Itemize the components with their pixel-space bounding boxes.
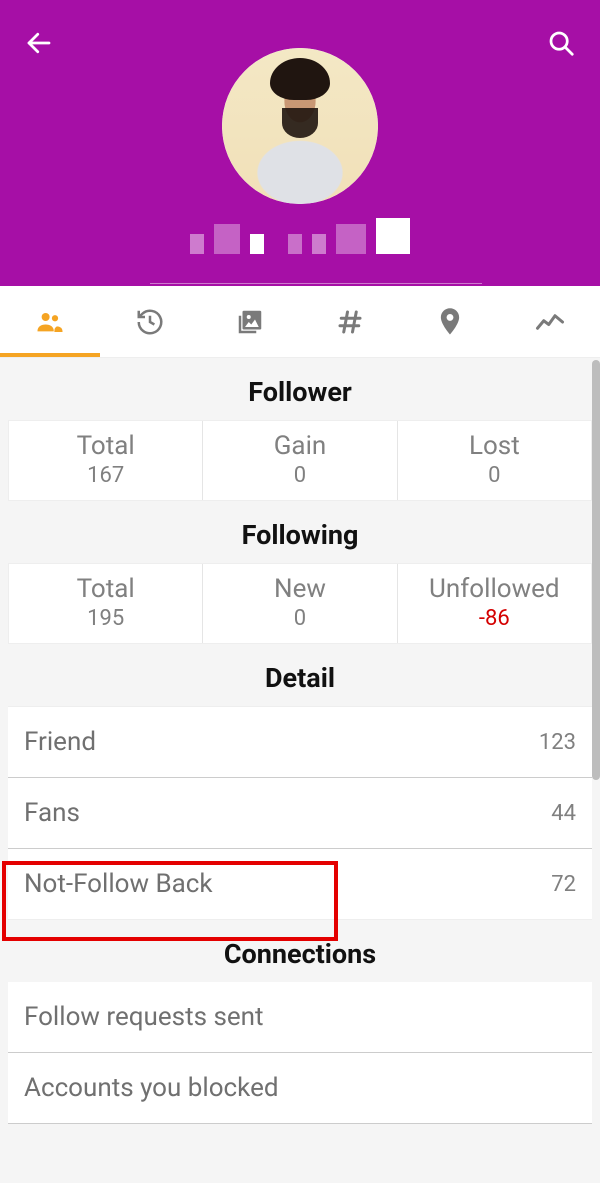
detail-list: Friend 123 Fans 44 Not-Follow Back 72 bbox=[8, 706, 592, 920]
hashtag-icon bbox=[335, 307, 365, 337]
connections-list: Follow requests sent Accounts you blocke… bbox=[8, 982, 592, 1124]
tab-bar bbox=[0, 286, 600, 358]
username-underline bbox=[150, 283, 482, 284]
avatar[interactable] bbox=[222, 48, 378, 204]
detail-not-follow-back[interactable]: Not-Follow Back 72 bbox=[8, 849, 592, 920]
stat-value: 0 bbox=[203, 606, 396, 631]
location-icon bbox=[436, 306, 464, 338]
stat-label: New bbox=[203, 574, 396, 604]
detail-value: 44 bbox=[551, 801, 576, 826]
conn-blocked[interactable]: Accounts you blocked bbox=[8, 1053, 592, 1124]
connections-title: Connections bbox=[0, 920, 600, 982]
following-new[interactable]: New 0 bbox=[203, 564, 397, 643]
tab-analytics[interactable] bbox=[500, 286, 600, 357]
follower-title: Follower bbox=[0, 358, 600, 420]
scrollbar-thumb[interactable] bbox=[592, 360, 600, 780]
back-button[interactable] bbox=[24, 28, 54, 62]
detail-label: Fans bbox=[24, 798, 80, 828]
detail-fans[interactable]: Fans 44 bbox=[8, 778, 592, 849]
photos-icon bbox=[235, 307, 265, 337]
follower-total[interactable]: Total 167 bbox=[9, 421, 203, 500]
follower-gain[interactable]: Gain 0 bbox=[203, 421, 397, 500]
following-unfollowed[interactable]: Unfollowed -86 bbox=[398, 564, 591, 643]
detail-title: Detail bbox=[0, 644, 600, 706]
history-icon bbox=[135, 307, 165, 337]
stat-value: 0 bbox=[203, 463, 396, 488]
tab-hashtag[interactable] bbox=[300, 286, 400, 357]
conn-label: Accounts you blocked bbox=[24, 1073, 279, 1103]
profile-header bbox=[0, 0, 600, 286]
tab-history[interactable] bbox=[100, 286, 200, 357]
people-icon bbox=[35, 307, 65, 337]
tab-photos[interactable] bbox=[200, 286, 300, 357]
following-stats: Total 195 New 0 Unfollowed -86 bbox=[8, 563, 592, 644]
username-pixelated bbox=[190, 218, 410, 254]
following-title: Following bbox=[0, 501, 600, 563]
stat-value: 195 bbox=[9, 606, 202, 631]
detail-value: 72 bbox=[551, 872, 576, 897]
stat-label: Unfollowed bbox=[398, 574, 591, 604]
follower-stats: Total 167 Gain 0 Lost 0 bbox=[8, 420, 592, 501]
detail-label: Not-Follow Back bbox=[24, 869, 213, 899]
detail-friend[interactable]: Friend 123 bbox=[8, 707, 592, 778]
follower-lost[interactable]: Lost 0 bbox=[398, 421, 591, 500]
detail-label: Friend bbox=[24, 727, 96, 757]
stat-label: Total bbox=[9, 431, 202, 461]
tab-people[interactable] bbox=[0, 286, 100, 357]
conn-follow-requests[interactable]: Follow requests sent bbox=[8, 982, 592, 1053]
conn-label: Follow requests sent bbox=[24, 1002, 264, 1032]
stat-label: Gain bbox=[203, 431, 396, 461]
stat-label: Lost bbox=[398, 431, 591, 461]
stat-label: Total bbox=[9, 574, 202, 604]
following-total[interactable]: Total 195 bbox=[9, 564, 203, 643]
detail-value: 123 bbox=[539, 730, 576, 755]
tab-location[interactable] bbox=[400, 286, 500, 357]
analytics-icon bbox=[533, 307, 567, 337]
stat-value: 167 bbox=[9, 463, 202, 488]
stat-value: 0 bbox=[398, 463, 591, 488]
avatar-image bbox=[222, 48, 378, 204]
stat-value: -86 bbox=[398, 606, 591, 631]
search-button[interactable] bbox=[546, 28, 576, 62]
